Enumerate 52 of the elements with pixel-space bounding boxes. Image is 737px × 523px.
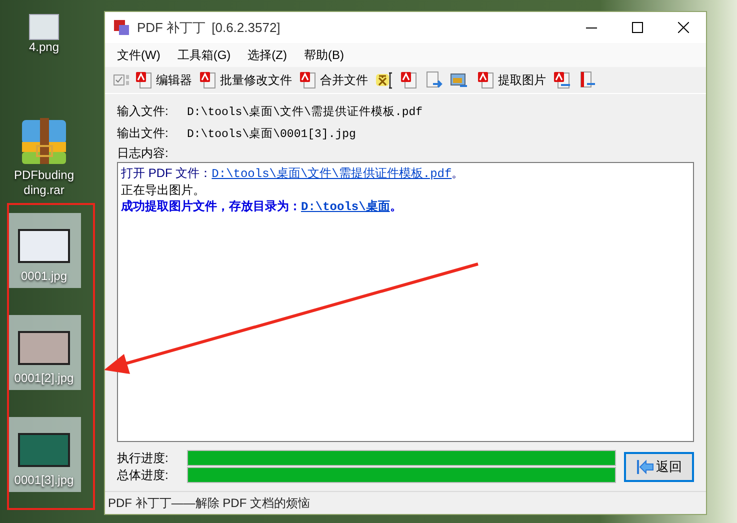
file-path: D:\tools\桌面\0001[3].jpg <box>187 126 356 140</box>
menu-item[interactable]: 文件(W) <box>111 46 172 64</box>
text-format-icon <box>375 71 393 89</box>
image-thumbnail <box>18 331 70 365</box>
close-icon <box>678 22 688 33</box>
log-line: 成功提取图片文件，存放目录为：D:\tools\桌面。 <box>121 198 403 215</box>
back-button[interactable]: 返回 <box>624 452 694 482</box>
pdf-document-icon <box>477 71 495 89</box>
path-link[interactable]: D:\tools\桌面 <box>301 200 390 214</box>
log-line: 正在导出图片。 <box>121 182 206 198</box>
image-file-icon <box>29 14 59 40</box>
field-label: 输入文件: <box>117 102 170 120</box>
progress-label: 执行进度: <box>117 450 170 466</box>
menu-item[interactable]: 帮助(B) <box>298 46 355 64</box>
desktop-icon[interactable]: 4.png <box>7 10 81 59</box>
menu-item[interactable]: 选择(Z) <box>242 46 298 64</box>
progress-label: 总体进度: <box>117 466 170 484</box>
document-arrow-icon <box>425 71 443 89</box>
version-label: [0.6.2.3572] <box>212 20 280 35</box>
pdf-document-icon <box>135 71 153 89</box>
image-arrow-icon <box>450 71 470 89</box>
image-thumbnail <box>18 433 70 467</box>
window-title: PDF 补丁丁 <box>137 18 206 36</box>
file-name: 4.png <box>28 40 60 55</box>
toolbar-button[interactable]: 合并文件 <box>297 69 370 91</box>
field-label: 输出文件: <box>117 124 170 142</box>
archive-icon <box>22 118 66 164</box>
back-icon <box>636 458 654 476</box>
toolbar-button[interactable]: 提取图片 <box>475 69 548 91</box>
toolbar-button[interactable]: 编辑器 <box>133 69 194 91</box>
file-name: PDFbuding ding.rar <box>12 168 76 198</box>
toolbar-button[interactable]: 批量修改文件 <box>197 69 294 91</box>
maximize-icon <box>632 22 642 33</box>
file-name: 0001[2].jpg <box>13 371 75 386</box>
desktop-icon[interactable]: PDFbuding ding.rar <box>7 112 81 202</box>
file-path: D:\tools\桌面\文件\需提供证件模板.pdf <box>187 104 423 118</box>
path-link[interactable]: D:\tools\桌面\文件\需提供证件模板.pdf <box>212 167 452 181</box>
log-label: 日志内容: <box>117 144 168 162</box>
app-icon <box>113 18 131 36</box>
document-arrow-icon <box>578 71 596 89</box>
document-swap-icon <box>553 71 571 89</box>
menu-item[interactable]: 工具箱(G) <box>171 46 242 64</box>
image-thumbnail <box>18 229 70 263</box>
status-text: PDF 补丁丁——解除 PDF 文档的烦恼 <box>108 494 310 512</box>
minimize-icon <box>586 26 596 28</box>
checkbox-icon <box>113 72 130 88</box>
pdf-document-icon <box>199 71 217 89</box>
document-swap-button[interactable] <box>551 69 573 91</box>
file-name: 0001[3].jpg <box>13 473 75 488</box>
pdf-document-icon <box>299 71 317 89</box>
file-name: 0001.jpg <box>20 269 68 284</box>
log-line: 打开 PDF 文件：D:\tools\桌面\文件\需提供证件模板.pdf。 <box>121 165 465 182</box>
